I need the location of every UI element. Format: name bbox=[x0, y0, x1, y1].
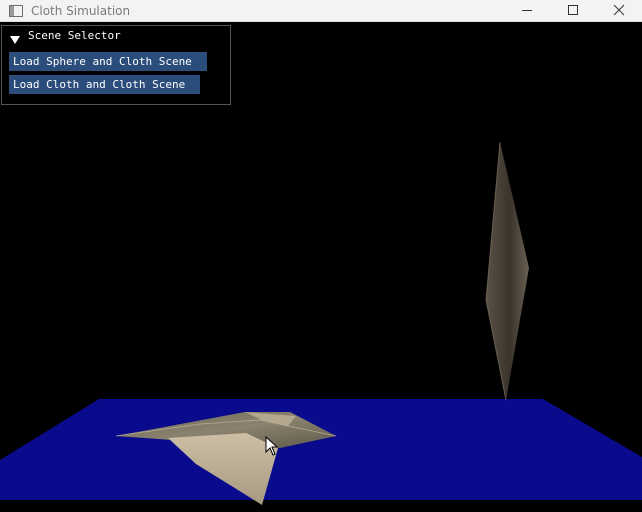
close-icon bbox=[613, 1, 625, 20]
minimize-icon bbox=[521, 1, 533, 20]
load-cloth-and-cloth-button[interactable]: Load Cloth and Cloth Scene bbox=[9, 75, 200, 94]
load-sphere-and-cloth-button[interactable]: Load Sphere and Cloth Scene bbox=[9, 52, 207, 71]
scene-selector-header[interactable]: Scene Selector bbox=[2, 26, 230, 45]
minimize-button[interactable] bbox=[504, 0, 550, 21]
title-bar[interactable]: Cloth Simulation bbox=[0, 0, 642, 22]
app-window-icon bbox=[8, 3, 24, 19]
window-title: Cloth Simulation bbox=[31, 4, 131, 18]
collapse-arrow-icon[interactable] bbox=[10, 30, 20, 44]
close-button[interactable] bbox=[596, 0, 642, 21]
maximize-icon bbox=[567, 1, 579, 20]
mouse-cursor-icon bbox=[265, 436, 279, 456]
hanging-cloth bbox=[486, 142, 529, 400]
scene-selector-panel: Scene Selector Load Sphere and Cloth Sce… bbox=[1, 25, 231, 105]
scene-selector-title: Scene Selector bbox=[28, 29, 121, 42]
maximize-button[interactable] bbox=[550, 0, 596, 21]
app-window: Cloth Simulation Scene Selector Load Sph… bbox=[0, 0, 642, 512]
floor-plane bbox=[0, 399, 642, 500]
